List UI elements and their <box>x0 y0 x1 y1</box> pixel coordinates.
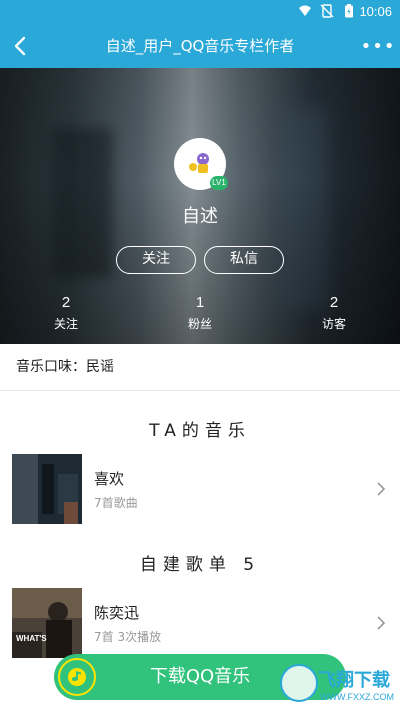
profile-name: 自述 <box>182 206 218 227</box>
cover-art-icon <box>12 454 82 524</box>
cover-image: WHAT'S <box>12 588 82 658</box>
stat-following[interactable]: 2 关注 <box>26 294 106 332</box>
chevron-right-icon <box>377 616 386 630</box>
stat-label: 访客 <box>321 317 346 331</box>
status-icons <box>298 4 356 18</box>
avatar-image-icon <box>189 153 209 173</box>
divider <box>0 390 400 391</box>
stat-fans[interactable]: 1 粉丝 <box>160 294 240 332</box>
no-sim-icon <box>320 4 334 18</box>
list-item-subtitle: 7首 3次播放 <box>94 630 162 644</box>
level-badge: LV1 <box>210 176 228 190</box>
cover-art-icon <box>12 588 82 658</box>
battery-icon <box>345 4 353 18</box>
stat-label: 粉丝 <box>187 317 212 331</box>
more-button[interactable]: ••• <box>360 30 396 62</box>
follow-button[interactable]: 关注 <box>116 246 196 274</box>
message-button[interactable]: 私信 <box>204 246 284 274</box>
list-item-title: 喜欢 <box>94 470 125 488</box>
wifi-icon <box>299 5 311 16</box>
page-title: 自述_用户_QQ音乐专栏作者 <box>105 37 295 55</box>
stat-label: 关注 <box>53 317 78 331</box>
stat-visitors[interactable]: 2 访客 <box>294 294 374 332</box>
back-button[interactable] <box>4 30 36 62</box>
list-item-subtitle: 7首歌曲 <box>94 496 138 510</box>
watermark-logo: 飞翔下载 WWW.FXXZ.COM <box>280 660 396 708</box>
stat-value: 2 <box>329 294 339 311</box>
list-item-liked[interactable]: 喜欢 7首歌曲 <box>0 454 400 526</box>
status-time: 10:06 <box>359 4 392 19</box>
stat-value: 1 <box>195 294 205 311</box>
list-item-playlist[interactable]: WHAT'S 陈奕迅 7首 3次播放 <box>0 588 400 660</box>
chevron-right-icon <box>377 482 386 496</box>
chevron-left-icon <box>14 36 26 56</box>
stat-value: 2 <box>61 294 71 311</box>
cover-image <box>12 454 82 524</box>
cover-text: WHAT'S <box>16 634 47 643</box>
watermark-url: WWW.FXXZ.COM <box>320 692 394 702</box>
list-item-title: 陈奕迅 <box>94 604 140 622</box>
section-title-ta-music: TA的音乐 <box>149 421 251 441</box>
watermark-circle-icon <box>280 664 318 702</box>
status-bar: 10:06 <box>0 0 400 24</box>
app-bar: 自述_用户_QQ音乐专栏作者 ••• <box>0 24 400 68</box>
watermark-text: 飞翔下载 <box>318 670 390 691</box>
section-title-playlists: 自建歌单 5 <box>139 555 261 575</box>
more-dots-icon: ••• <box>360 35 396 57</box>
music-taste: 音乐口味：民谣 <box>16 359 114 375</box>
